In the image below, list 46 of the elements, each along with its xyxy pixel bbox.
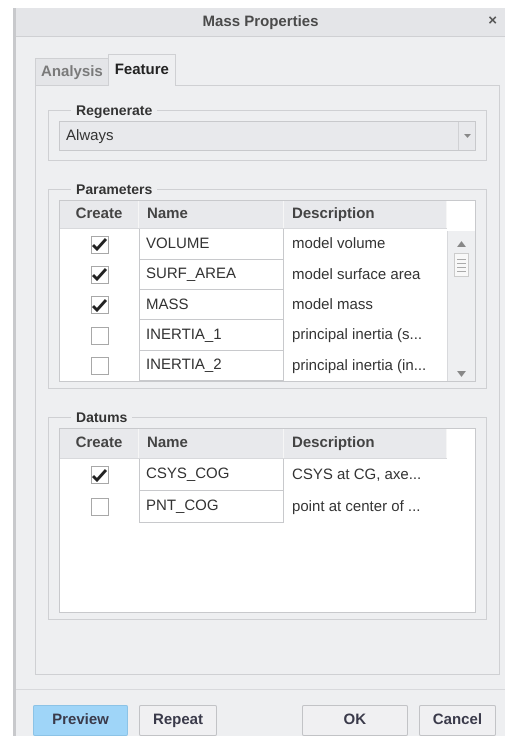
column-header[interactable]: Create — [60, 429, 139, 458]
checkbox[interactable] — [90, 356, 108, 375]
name-field[interactable]: SURF_AREA — [139, 260, 284, 290]
name-field[interactable]: CSYS_COG — [139, 459, 284, 491]
column-header[interactable]: Create — [60, 201, 139, 228]
checkbox[interactable] — [90, 296, 108, 314]
close-button[interactable]: × — [486, 13, 499, 28]
table-cell-text: point at center of ... — [291, 496, 422, 517]
caret-icon — [464, 134, 470, 138]
name-field[interactable]: PNT_COG — [139, 491, 284, 523]
scroll-up-icon[interactable] — [457, 241, 466, 247]
table-cell-text: model surface area — [291, 264, 422, 285]
check-icon — [92, 298, 107, 312]
dialog-button[interactable]: Preview — [33, 705, 128, 736]
table-cell-text: principal inertia (s... — [291, 325, 424, 346]
name-field[interactable]: INERTIA_1 — [139, 320, 284, 351]
checkbox[interactable] — [90, 266, 108, 284]
column-header[interactable]: Name — [139, 429, 284, 458]
dialog-button[interactable]: Repeat — [139, 705, 218, 736]
table-cell-text: model volume — [291, 234, 386, 254]
group-label: Datums — [75, 408, 128, 427]
checkbox[interactable] — [90, 498, 108, 516]
window-title: Mass Properties — [202, 12, 318, 32]
tab[interactable]: Feature — [108, 54, 176, 86]
check-icon — [92, 468, 107, 482]
name-field[interactable]: MASS — [139, 290, 284, 320]
checkbox[interactable] — [90, 236, 108, 254]
table-cell-text: model mass — [291, 295, 374, 315]
name-field[interactable]: VOLUME — [139, 229, 284, 260]
dialog-button[interactable]: Cancel — [418, 705, 496, 736]
dropdown[interactable]: Always — [59, 121, 476, 151]
column-header[interactable]: Description — [284, 201, 447, 228]
column-header[interactable]: Name — [139, 201, 284, 228]
scroll-thumb[interactable] — [454, 253, 469, 277]
scroll-down-icon[interactable] — [457, 371, 466, 377]
table-cell-text: principal inertia (in... — [291, 356, 428, 376]
check-icon — [92, 268, 107, 282]
name-field[interactable]: INERTIA_2 — [139, 350, 284, 381]
checkbox[interactable] — [90, 326, 108, 345]
table-cell-text: CSYS at CG, axe... — [291, 464, 422, 485]
group-label: Parameters — [75, 180, 154, 199]
check-icon — [92, 238, 107, 252]
checkbox[interactable] — [90, 466, 108, 484]
group-label: Regenerate — [75, 101, 154, 120]
scrollbar[interactable] — [447, 231, 475, 381]
dialog-button[interactable]: OK — [302, 705, 408, 736]
